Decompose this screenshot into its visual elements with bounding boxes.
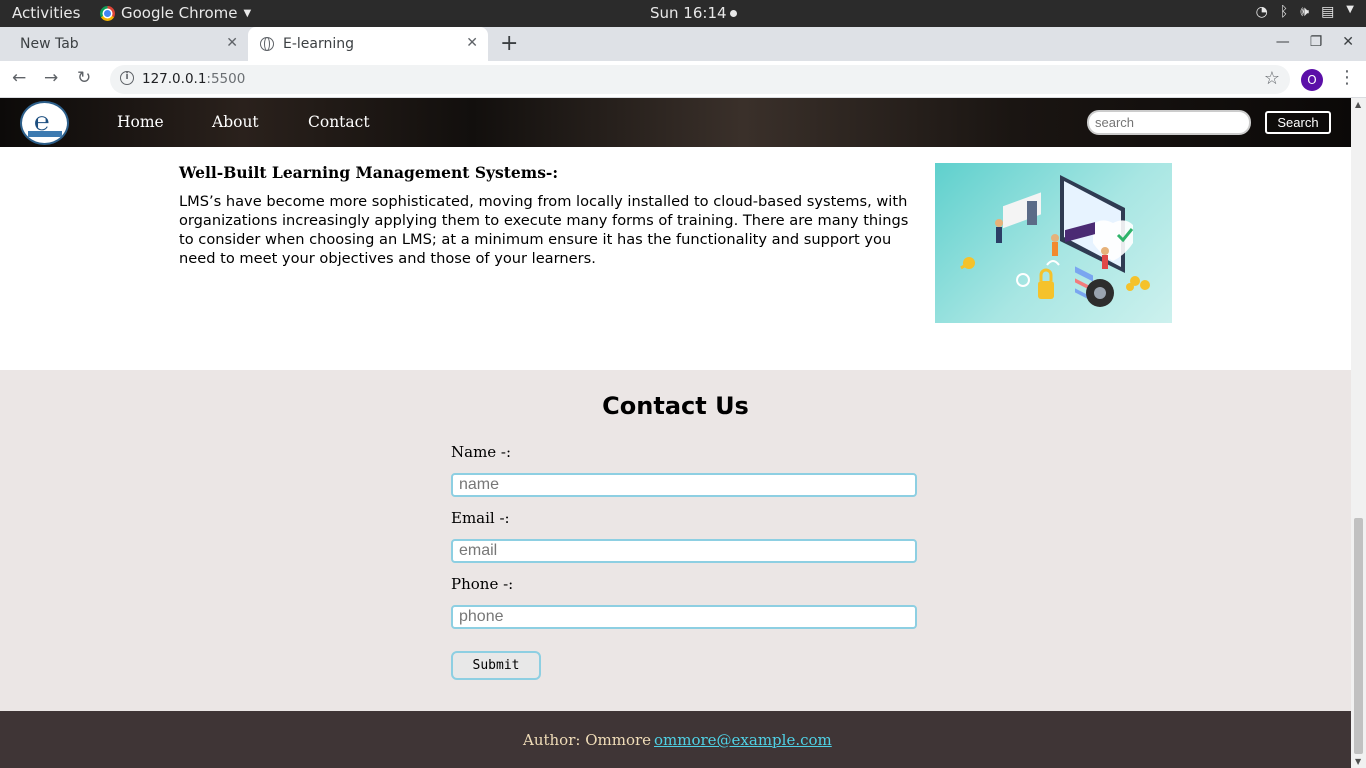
url-host: 127.0.0.1 (142, 71, 207, 87)
scrollbar-thumb[interactable] (1354, 518, 1363, 754)
email-input[interactable] (451, 539, 917, 563)
search-button[interactable]: Search (1265, 111, 1331, 134)
minimize-icon[interactable]: — (1276, 34, 1290, 50)
lms-illustration (935, 163, 1172, 323)
menu-kebab-icon[interactable]: ⋮ (1338, 67, 1356, 88)
scroll-down-icon[interactable]: ▼ (1355, 757, 1361, 766)
activities-button[interactable]: Activities (12, 4, 80, 22)
tab-new-tab[interactable]: New Tab ✕ (8, 27, 248, 61)
search-input[interactable] (1087, 110, 1251, 135)
wifi-icon: ◔ (1255, 4, 1268, 20)
chevron-down-icon: ▼ (243, 7, 252, 19)
restore-icon[interactable]: ❐ (1310, 34, 1323, 50)
tab-e-learning[interactable]: E-learning ✕ (248, 27, 488, 61)
nav-link-contact[interactable]: Contact (308, 113, 370, 131)
name-label: Name -: (451, 443, 512, 461)
author-text: Author: Ommore (523, 731, 652, 749)
article-title: Well-Built Learning Management Systems-: (179, 163, 559, 182)
clock[interactable]: Sun 16:14 (650, 4, 737, 22)
page-scrollbar[interactable]: ▲ ▼ (1351, 98, 1366, 768)
close-icon[interactable]: ✕ (226, 35, 238, 51)
close-window-icon[interactable]: ✕ (1342, 34, 1354, 50)
power-menu-icon: ▼ (1346, 4, 1354, 15)
phone-label: Phone -: (451, 575, 514, 593)
app-name: Google Chrome (121, 4, 238, 22)
reload-icon[interactable]: ↻ (77, 68, 91, 88)
tab-strip: New Tab ✕ E-learning ✕ + — ❐ ✕ (0, 27, 1366, 61)
clock-text: Sun 16:14 (650, 4, 727, 22)
contact-section: Contact Us Name -: Email -: Phone -: Sub… (0, 370, 1351, 711)
submit-button[interactable]: Submit (451, 651, 541, 680)
logo-bar (28, 131, 62, 137)
site-logo[interactable]: ℮ (20, 101, 69, 145)
phone-input[interactable] (451, 605, 917, 629)
name-input[interactable] (451, 473, 917, 497)
clipboard-icon: ▤ (1321, 4, 1335, 20)
site-info-icon[interactable]: i (120, 71, 134, 85)
contact-title: Contact Us (602, 392, 749, 420)
email-label: Email -: (451, 509, 510, 527)
tab-title: E-learning (283, 36, 355, 52)
forward-arrow-icon[interactable]: → (44, 68, 58, 88)
globe-icon (260, 37, 274, 51)
nav-link-home[interactable]: Home (117, 113, 164, 131)
url-port: :5500 (206, 71, 246, 87)
volume-icon: 🕪 (1300, 4, 1310, 20)
email-link[interactable]: ommore@example.com (654, 731, 832, 749)
chrome-icon (100, 5, 115, 21)
tab-title: New Tab (20, 36, 79, 52)
bookmark-star-icon[interactable]: ☆ (1264, 68, 1280, 89)
close-icon[interactable]: ✕ (466, 35, 478, 51)
site-footer: Author: Ommore ommore@example.com (0, 711, 1351, 768)
system-top-bar: Activities Google Chrome ▼ Sun 16:14 ◔ ᛒ… (0, 0, 1366, 27)
back-arrow-icon[interactable]: ← (12, 68, 26, 88)
nav-link-about[interactable]: About (212, 113, 259, 131)
notification-dot-icon (729, 10, 737, 17)
window-controls: — ❐ ✕ (1276, 34, 1354, 50)
system-tray[interactable]: ◔ ᛒ 🕪 ▤ ▼ (1256, 4, 1354, 20)
lms-illustration-graphic (960, 175, 1150, 307)
page-viewport: ℮ Home About Contact Search Well-Built L… (0, 98, 1351, 768)
bluetooth-icon: ᛒ (1279, 4, 1289, 20)
site-navbar: ℮ Home About Contact Search (0, 98, 1351, 147)
profile-avatar[interactable]: O (1301, 69, 1323, 91)
article-body: LMS’s have become more sophisticated, mo… (179, 193, 909, 267)
app-menu[interactable]: Google Chrome ▼ (100, 4, 251, 22)
browser-toolbar: ← → ↻ i 127.0.0.1:5500 ☆ O ⋮ (0, 61, 1366, 98)
scroll-up-icon[interactable]: ▲ (1355, 100, 1361, 109)
address-bar[interactable]: i 127.0.0.1:5500 ☆ (110, 65, 1290, 94)
new-tab-button[interactable]: + (500, 31, 518, 56)
